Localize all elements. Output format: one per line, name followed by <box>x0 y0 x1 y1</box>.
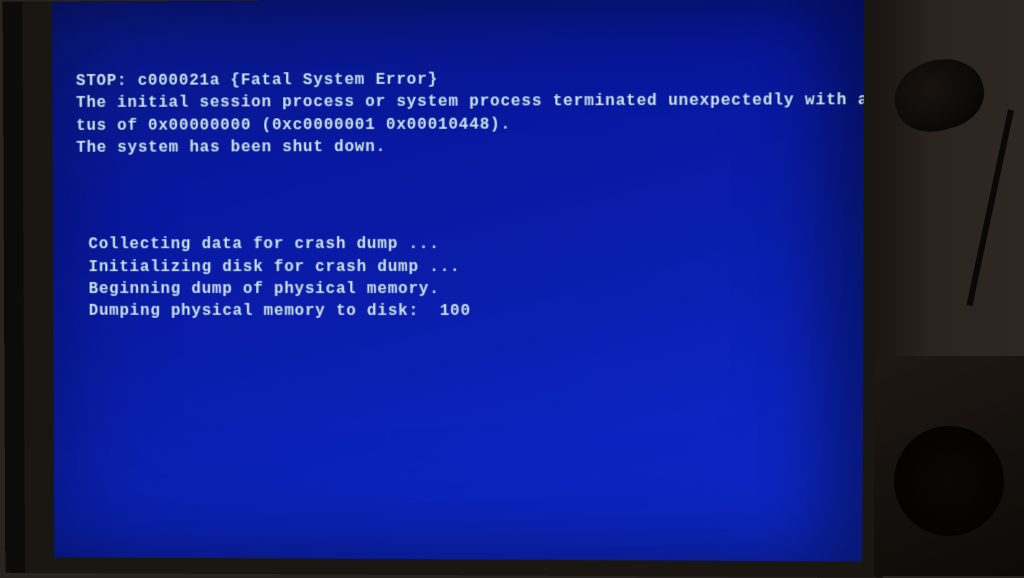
bsod-msg-line-2: tus of 0x00000000 (0xc0000001 0x00010448… <box>76 115 511 134</box>
bsod-msg-line-3: The system has been shut down. <box>76 138 386 157</box>
desk-lamp-arm <box>966 109 1013 306</box>
bsod-dumping-progress: Dumping physical memory to disk: 100 <box>89 302 471 320</box>
bsod-collecting: Collecting data for crash dump ... <box>88 235 439 253</box>
bsod-error-block: STOP: c000021a {Fatal System Error} The … <box>76 67 850 160</box>
monitor-frame: STOP: c000021a {Fatal System Error} The … <box>3 0 885 578</box>
room-background <box>874 0 1024 576</box>
bsod-stop-code: STOP: c000021a {Fatal System Error} <box>76 70 438 89</box>
bsod-msg-line-1: The initial session process or system pr… <box>76 91 864 112</box>
bsod-init-disk: Initializing disk for crash dump ... <box>89 257 461 275</box>
bsod-beginning-dump: Beginning dump of physical memory. <box>89 280 440 298</box>
desk-speaker <box>874 356 1024 576</box>
bsod-dump-block: Collecting data for crash dump ... Initi… <box>77 233 850 323</box>
bsod-screen: STOP: c000021a {Fatal System Error} The … <box>52 0 864 561</box>
desk-lamp-shade <box>886 50 991 141</box>
